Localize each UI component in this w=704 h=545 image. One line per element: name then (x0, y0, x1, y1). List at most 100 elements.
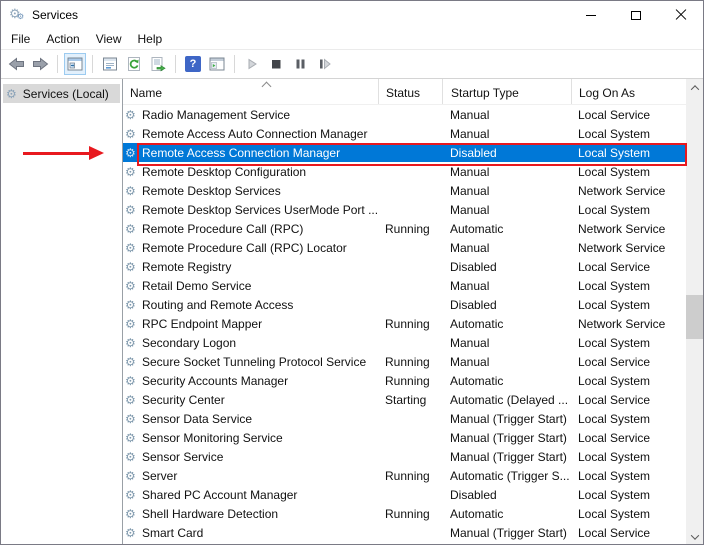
menu-help[interactable]: Help (130, 30, 171, 48)
service-row[interactable]: ⚙ Shared PC Account Manager Disabled Loc… (123, 485, 686, 504)
service-gear-icon: ⚙ (125, 508, 138, 520)
service-startup-type: Automatic (442, 222, 571, 236)
service-row[interactable]: ⚙ Sensor Data Service Manual (Trigger St… (123, 409, 686, 428)
service-row[interactable]: ⚙ Smart Card Manual (Trigger Start) Loca… (123, 523, 686, 542)
service-gear-icon: ⚙ (125, 394, 138, 406)
menu-file[interactable]: File (3, 30, 38, 48)
help-icon: ? (185, 56, 201, 72)
refresh-button[interactable] (123, 53, 145, 75)
service-row[interactable]: ⚙ Routing and Remote Access Disabled Loc… (123, 295, 686, 314)
title-bar: ⚙ ⚙ Services (1, 1, 703, 29)
service-row[interactable]: ⚙ RPC Endpoint Mapper Running Automatic … (123, 314, 686, 333)
service-row[interactable]: ⚙ Server Running Automatic (Trigger S...… (123, 466, 686, 485)
minimize-button[interactable] (568, 1, 613, 29)
services-list-pane: Name Status Startup Type Log On As ⚙ Rad… (122, 79, 703, 545)
service-startup-type: Manual (442, 108, 571, 122)
service-gear-icon: ⚙ (125, 451, 138, 463)
main-area: ⚙ Services (Local) Name Status Startup T… (1, 79, 703, 545)
service-gear-icon: ⚙ (125, 527, 138, 539)
service-row[interactable]: ⚙ Security Accounts Manager Running Auto… (123, 371, 686, 390)
service-row[interactable]: ⚙ Sensor Service Manual (Trigger Start) … (123, 447, 686, 466)
service-row[interactable]: ⚙ Remote Desktop Services UserMode Port … (123, 200, 686, 219)
close-icon (675, 9, 687, 21)
service-row[interactable]: ⚙ Secure Socket Tunneling Protocol Servi… (123, 352, 686, 371)
service-row[interactable]: ⚙ Remote Procedure Call (RPC) Locator Ma… (123, 238, 686, 257)
service-logon-as: Network Service (571, 222, 686, 236)
service-gear-icon: ⚙ (125, 299, 138, 311)
forward-button[interactable] (29, 53, 51, 75)
scrollbar-thumb[interactable] (686, 295, 703, 339)
service-logon-as: Local System (571, 336, 686, 350)
service-row[interactable]: ⚙ Remote Procedure Call (RPC) Running Au… (123, 219, 686, 238)
help-button[interactable]: ? (182, 53, 204, 75)
service-startup-type: Automatic (442, 317, 571, 331)
service-startup-type: Manual (442, 127, 571, 141)
service-gear-icon: ⚙ (125, 375, 138, 387)
service-name: Remote Procedure Call (RPC) Locator (142, 241, 347, 255)
column-header-log-on-as[interactable]: Log On As (571, 79, 686, 104)
service-row[interactable]: ⚙ Shell Hardware Detection Running Autom… (123, 504, 686, 523)
service-row[interactable]: ⚙ Remote Access Connection Manager Disab… (123, 143, 686, 162)
stop-service-button[interactable] (265, 53, 287, 75)
start-service-button[interactable] (241, 53, 263, 75)
service-startup-type: Disabled (442, 260, 571, 274)
service-name: Remote Access Auto Connection Manager (142, 127, 367, 141)
service-row[interactable]: ⚙ Secondary Logon Manual Local System (123, 333, 686, 352)
service-startup-type: Manual (Trigger Start) (442, 412, 571, 426)
service-gear-icon: ⚙ (125, 261, 138, 273)
service-name: Remote Registry (142, 260, 231, 274)
service-row[interactable]: ⚙ Remote Desktop Configuration Manual Lo… (123, 162, 686, 181)
restart-service-button[interactable] (313, 53, 335, 75)
column-header-status[interactable]: Status (378, 79, 442, 104)
menu-view[interactable]: View (88, 30, 130, 48)
service-gear-icon: ⚙ (125, 413, 138, 425)
service-name: Secondary Logon (142, 336, 236, 350)
close-button[interactable] (658, 1, 703, 29)
services-node-icon: ⚙ (6, 88, 17, 100)
service-gear-icon: ⚙ (125, 470, 138, 482)
column-header-name[interactable]: Name (123, 79, 378, 104)
service-startup-type: Manual (442, 279, 571, 293)
scroll-down-button[interactable] (686, 528, 703, 545)
service-name: Sensor Data Service (142, 412, 252, 426)
export-list-button[interactable] (147, 53, 169, 75)
service-logon-as: Local System (571, 279, 686, 293)
maximize-button[interactable] (613, 1, 658, 29)
service-startup-type: Manual (442, 203, 571, 217)
show-action-pane-button[interactable] (206, 53, 228, 75)
toolbar-separator (175, 55, 176, 73)
show-console-tree-button[interactable] (64, 53, 86, 75)
back-button[interactable] (5, 53, 27, 75)
pause-service-button[interactable] (289, 53, 311, 75)
pause-service-icon (292, 56, 308, 72)
service-status: Running (378, 507, 442, 521)
service-row[interactable]: ⚙ Radio Management Service Manual Local … (123, 105, 686, 124)
column-header-startup-type[interactable]: Startup Type (442, 79, 571, 104)
service-row[interactable]: ⚙ Remote Desktop Services Manual Network… (123, 181, 686, 200)
service-name: Sensor Monitoring Service (142, 431, 283, 445)
service-gear-icon: ⚙ (125, 128, 138, 140)
service-logon-as: Local Service (571, 355, 686, 369)
minimize-icon (586, 15, 596, 16)
service-startup-type: Manual (442, 184, 571, 198)
service-logon-as: Network Service (571, 184, 686, 198)
service-row[interactable]: ⚙ Security Center Starting Automatic (De… (123, 390, 686, 409)
service-logon-as: Local Service (571, 260, 686, 274)
tree-item-services-local[interactable]: ⚙ Services (Local) (3, 84, 120, 103)
service-startup-type: Manual (442, 241, 571, 255)
service-row[interactable]: ⚙ Remote Access Auto Connection Manager … (123, 124, 686, 143)
service-gear-icon: ⚙ (125, 204, 138, 216)
properties-button[interactable] (99, 53, 121, 75)
service-startup-type: Manual (442, 355, 571, 369)
service-row[interactable]: ⚙ Remote Registry Disabled Local Service (123, 257, 686, 276)
list-header: Name Status Startup Type Log On As (123, 79, 686, 105)
service-logon-as: Local System (571, 469, 686, 483)
vertical-scrollbar[interactable] (686, 79, 703, 545)
service-gear-icon: ⚙ (125, 185, 138, 197)
scroll-up-button[interactable] (686, 79, 703, 96)
service-startup-type: Manual (Trigger Start) (442, 431, 571, 445)
menu-action[interactable]: Action (38, 30, 87, 48)
service-logon-as: Local System (571, 450, 686, 464)
service-row[interactable]: ⚙ Retail Demo Service Manual Local Syste… (123, 276, 686, 295)
service-row[interactable]: ⚙ Sensor Monitoring Service Manual (Trig… (123, 428, 686, 447)
